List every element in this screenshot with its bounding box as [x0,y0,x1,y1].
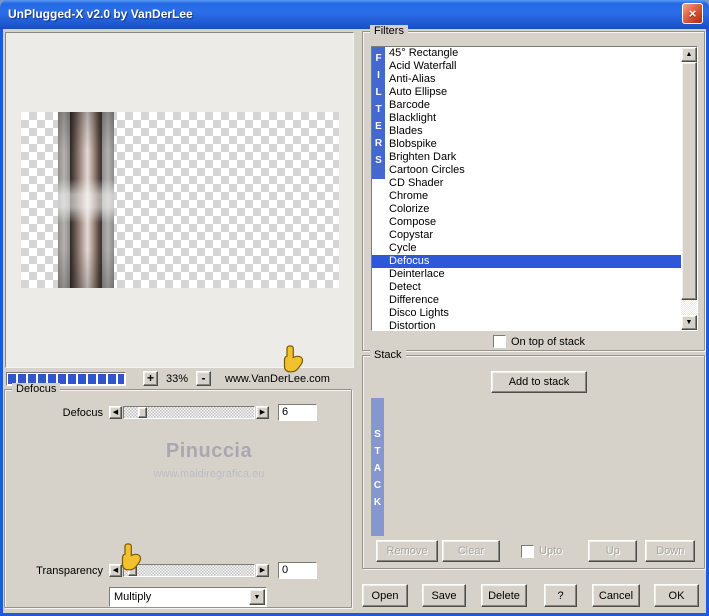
filter-list-item[interactable]: Barcode [372,99,681,112]
blend-mode-value: Multiply [114,591,152,603]
watermark-name: Pinuccia [165,440,253,462]
preview-panel[interactable] [5,32,354,368]
down-button[interactable]: Down [645,540,696,562]
filter-list-item[interactable]: Cartoon Circles [372,164,681,177]
titlebar[interactable]: UnPlugged-X v2.0 by VanDerLee × [0,0,709,29]
close-button[interactable]: × [682,3,703,24]
scroll-up-icon[interactable]: ▲ [681,47,697,62]
open-button[interactable]: Open [362,584,408,607]
upto-row: Upto [521,544,563,558]
transparency-slider-label: Transparency [36,564,103,577]
filter-list-item[interactable]: Colorize [372,203,681,216]
remove-button[interactable]: Remove [376,540,438,562]
transparency-decrease-button[interactable]: ◀ [109,564,122,577]
filters-scrollbar[interactable]: ▲ ▼ [681,47,697,330]
vendor-website-link[interactable]: www.VanDerLee.com [225,373,330,385]
footer-buttons: Open Save Delete ? Cancel OK [362,584,707,607]
filter-list-item[interactable]: Compose [372,216,681,229]
filter-list-item[interactable]: Chrome [372,190,681,203]
filter-list-item[interactable]: Distortion [372,320,681,330]
on-top-of-stack-label: On top of stack [511,335,585,348]
defocus-slider-label: Defocus [62,406,103,419]
defocus-slider-thumb[interactable] [138,407,147,418]
stack-vertical-label: S T A C K [371,398,384,536]
stack-controls-row: Remove Clear Upto Up Down [376,540,698,562]
upto-checkbox[interactable] [521,544,534,558]
ok-button[interactable]: OK [654,584,699,607]
cancel-button[interactable]: Cancel [592,584,640,607]
defocus-value-input[interactable]: 6 [278,404,317,421]
add-to-stack-button[interactable]: Add to stack [491,371,587,393]
filter-list-item[interactable]: CD Shader [372,177,681,190]
watermark-site: www.maidiregrafica.eu [153,468,265,480]
filters-list: 45° Rectangle Acid Waterfall Anti-Alias Aut… [372,47,681,330]
transparency-value-input[interactable]: 0 [278,562,317,579]
stack-group: Stack Add to stack S T A C K Remove Clea… [362,349,705,569]
filter-list-item[interactable]: Disco Lights [372,307,681,320]
zoom-level: 33% [165,372,189,385]
watermark: Pinuccia www.maidiregrafica.eu [5,440,351,480]
defocus-group-title: Defocus [12,383,61,396]
zoom-out-button[interactable]: - [196,371,211,386]
blend-mode-combobox[interactable]: Multiply ▼ [109,587,267,607]
preview-gradient-stripe [57,112,114,288]
help-button[interactable]: ? [544,584,577,607]
upto-label: Upto [539,545,563,557]
filters-vertical-label: F I L T E R S [372,47,385,179]
filter-list-item[interactable]: Acid Waterfall [372,60,681,73]
preview-image [20,112,339,288]
save-button[interactable]: Save [422,584,466,607]
filter-list-item[interactable]: Blacklight [372,112,681,125]
zoom-in-button[interactable]: + [143,371,158,386]
progress-fill [8,373,124,384]
filter-list-item[interactable]: Anti-Alias [372,73,681,86]
close-icon: × [688,6,697,21]
on-top-of-stack-checkbox[interactable] [493,335,506,348]
delete-button[interactable]: Delete [481,584,527,607]
filters-group-title: Filters [370,25,408,38]
filter-list-item[interactable]: Auto Ellipse [372,86,681,99]
filters-group: Filters 45° Rectangle Acid Waterfall Anti-… [362,25,705,351]
filter-list-item[interactable]: Cycle [372,242,681,255]
filter-list-item[interactable]: Defocus [372,255,681,268]
transparency-increase-button[interactable]: ▶ [256,564,269,577]
defocus-decrease-button[interactable]: ◀ [109,406,122,419]
defocus-group: Defocus Defocus ◀ ▶ 6 Pinuccia www.maidi… [4,383,352,608]
stripe-shading [57,112,114,288]
on-top-of-stack-row: On top of stack [493,335,585,348]
filters-listbox[interactable]: 45° Rectangle Acid Waterfall Anti-Alias Aut… [371,46,698,331]
transparency-slider-thumb[interactable] [128,565,137,576]
filter-list-item[interactable]: Difference [372,294,681,307]
filter-list-item[interactable]: 45° Rectangle [372,47,681,60]
filter-list-item[interactable]: Deinterlace [372,268,681,281]
transparency-slider[interactable] [123,564,255,577]
filter-list-item[interactable]: Blobspike [372,138,681,151]
defocus-slider[interactable] [123,406,255,419]
scroll-down-icon[interactable]: ▼ [681,315,697,330]
scrollbar-track[interactable] [681,62,697,315]
filter-list-item[interactable]: Detect [372,281,681,294]
stack-group-title: Stack [370,349,406,362]
filter-list-item[interactable]: Brighten Dark [372,151,681,164]
window-title: UnPlugged-X v2.0 by VanDerLee [8,6,193,21]
scrollbar-thumb[interactable] [681,62,697,300]
defocus-slider-row: Defocus ◀ ▶ 6 [5,404,343,421]
transparency-slider-row: Transparency ◀ ▶ 0 [5,562,343,579]
filter-list-item[interactable]: Blades [372,125,681,138]
defocus-increase-button[interactable]: ▶ [256,406,269,419]
unplugged-x-dialog: UnPlugged-X v2.0 by VanDerLee × + 33% - … [0,0,709,616]
clear-button[interactable]: Clear [442,540,500,562]
up-button[interactable]: Up [588,540,638,562]
filter-list-item[interactable]: Copystar [372,229,681,242]
combo-dropdown-icon[interactable]: ▼ [249,589,265,605]
